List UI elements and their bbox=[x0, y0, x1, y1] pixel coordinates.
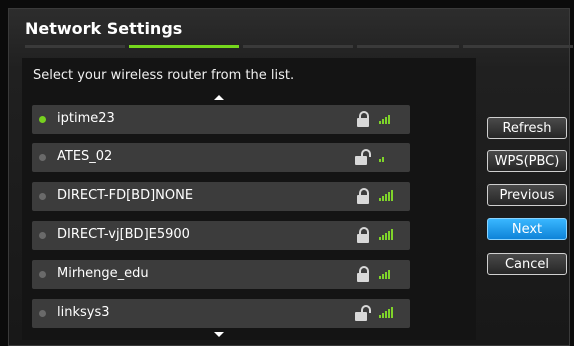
scroll-up-arrow-icon[interactable] bbox=[214, 95, 224, 100]
network-name: DIRECT-FD[BD]NONE bbox=[57, 188, 194, 203]
step-1 bbox=[25, 45, 125, 48]
lock-icon bbox=[357, 266, 369, 282]
step-progress bbox=[25, 45, 574, 49]
selection-dot-icon bbox=[39, 193, 46, 200]
selection-dot-icon bbox=[39, 232, 46, 239]
next-button[interactable]: Next bbox=[487, 218, 567, 240]
previous-button[interactable]: Previous bbox=[487, 184, 567, 206]
network-name: iptime23 bbox=[57, 111, 115, 126]
lock-icon bbox=[357, 111, 369, 127]
lock-icon bbox=[357, 188, 369, 204]
dialog-title: Network Settings bbox=[25, 19, 183, 38]
network-row[interactable]: Mirhenge_edu bbox=[32, 260, 410, 289]
refresh-button[interactable]: Refresh bbox=[487, 117, 567, 139]
wifi-signal-icon bbox=[379, 269, 393, 279]
wifi-signal-icon bbox=[379, 229, 393, 240]
step-4 bbox=[357, 45, 459, 48]
network-row[interactable]: ATES_02 bbox=[32, 143, 410, 172]
unlock-icon bbox=[355, 149, 371, 165]
network-row[interactable]: iptime23 bbox=[32, 105, 410, 134]
network-name: linksys3 bbox=[57, 305, 110, 320]
cancel-button[interactable]: Cancel bbox=[487, 253, 567, 275]
selection-dot-icon bbox=[39, 154, 46, 161]
network-row[interactable]: linksys3 bbox=[32, 299, 410, 328]
network-name: DIRECT-vj[BD]E5900 bbox=[57, 227, 190, 242]
step-2-active bbox=[129, 45, 239, 48]
wifi-signal-icon bbox=[379, 152, 393, 162]
wifi-signal-icon bbox=[379, 307, 393, 318]
wifi-signal-icon bbox=[379, 190, 393, 201]
lock-icon bbox=[357, 227, 369, 243]
unlock-icon bbox=[355, 305, 371, 321]
selection-dot-icon bbox=[39, 271, 46, 278]
network-name: Mirhenge_edu bbox=[57, 266, 149, 281]
step-3 bbox=[243, 45, 353, 48]
instruction-text: Select your wireless router from the lis… bbox=[33, 68, 295, 83]
step-5 bbox=[463, 45, 573, 48]
network-row[interactable]: DIRECT-FD[BD]NONE bbox=[32, 182, 410, 211]
network-name: ATES_02 bbox=[57, 149, 113, 164]
selection-dot-icon bbox=[39, 310, 46, 317]
wps-pbc-button[interactable]: WPS(PBC) bbox=[487, 150, 567, 172]
network-row[interactable]: DIRECT-vj[BD]E5900 bbox=[32, 221, 410, 250]
selection-dot-icon bbox=[39, 116, 46, 123]
wifi-signal-icon bbox=[379, 114, 393, 124]
scroll-down-arrow-icon[interactable] bbox=[214, 332, 224, 337]
